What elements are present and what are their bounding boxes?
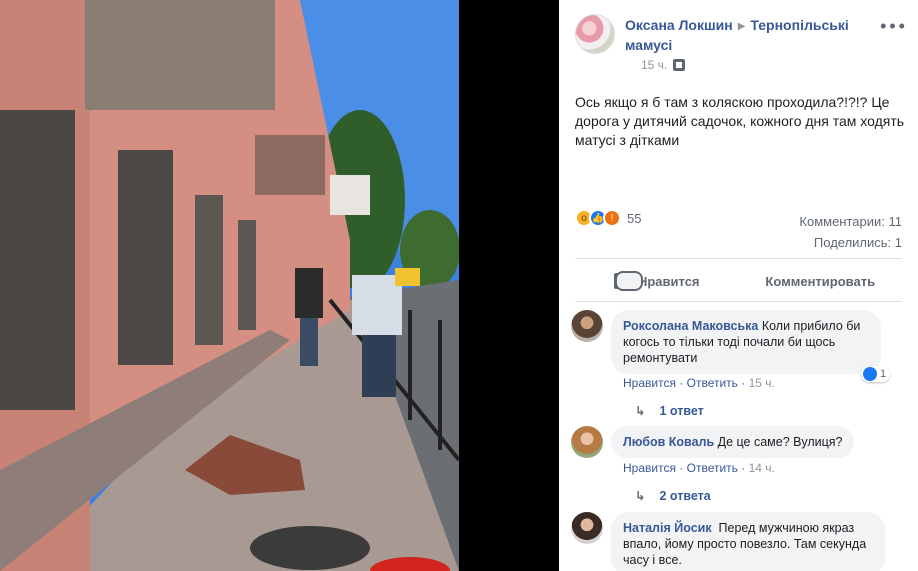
divider [575, 301, 902, 302]
comment-bubble: Любов Коваль Де це саме? Вулиця? [611, 426, 855, 458]
post-meta: 15 ч. [641, 58, 686, 72]
view-replies[interactable]: ↳ 2 ответа [635, 488, 711, 504]
photo-viewer-margin [459, 0, 559, 571]
comment-bubble-icon [615, 271, 643, 291]
post-time[interactable]: 15 ч. [641, 58, 667, 72]
commenter-avatar[interactable] [571, 310, 603, 342]
comment-actions: Нравится · Ответить · 15 ч. [623, 376, 775, 390]
comment-button[interactable]: Комментировать [615, 262, 903, 300]
more-icon[interactable]: • • • [880, 16, 905, 37]
street-photo-image [0, 0, 459, 571]
comment-actions: Нравится · Ответить · 14 ч. [623, 461, 775, 475]
comment-bubble: Наталія Йосик Перед мужчиною якраз впало… [611, 512, 885, 571]
comments-count[interactable]: Комментарии: 11 [799, 211, 902, 232]
post-panel: Оксана Локшин ▶ Тернопільські мамусі 15 ч.… [559, 0, 918, 571]
post-photo[interactable] [0, 0, 459, 571]
comment-text: Де це саме? Вулиця? [717, 435, 843, 449]
post-text: Ось якщо я б там з коляскою проходила?!?… [575, 94, 905, 148]
author-name[interactable]: Оксана Локшин [625, 17, 733, 33]
replies-count: 1 ответ [659, 403, 704, 418]
commenter-name[interactable]: Любов Коваль [623, 435, 714, 449]
comment-like-link[interactable]: Нравится [623, 376, 676, 390]
post-author-line: Оксана Локшин ▶ Тернопільські мамусі [625, 16, 885, 54]
divider [575, 258, 902, 259]
comment-reply-link[interactable]: Ответить [687, 376, 738, 390]
like-button[interactable]: Нравится [575, 262, 739, 300]
comment-reaction-count: 1 [880, 368, 887, 380]
reply-arrow-icon: ↳ [635, 404, 646, 418]
arrow-right-icon: ▶ [737, 21, 746, 32]
comment-button-label: Комментировать [765, 273, 876, 289]
like-button-label: Нравится [637, 273, 700, 289]
post-header: Оксана Локшин ▶ Тернопільські мамусі 15 ч.… [575, 14, 906, 74]
reactions-summary[interactable]: o 👍 ! 55 [575, 209, 641, 227]
commenter-name[interactable]: Наталія Йосик [623, 521, 712, 535]
author-avatar[interactable] [575, 14, 615, 54]
like-reaction-icon [863, 367, 877, 381]
reply-arrow-icon: ↳ [635, 489, 646, 503]
shares-count[interactable]: Поделились: 1 [799, 232, 902, 253]
comment-reply-link[interactable]: Ответить [687, 461, 738, 475]
reactions-count: 55 [627, 210, 642, 226]
comment-reactions[interactable]: 1 [861, 366, 891, 382]
commenter-avatar[interactable] [571, 512, 603, 544]
comment-like-link[interactable]: Нравится [623, 461, 676, 475]
comment-time[interactable]: 14 ч. [749, 461, 775, 475]
commenter-avatar[interactable] [571, 426, 603, 458]
globe-icon [673, 59, 686, 71]
view-replies[interactable]: ↳ 1 ответ [635, 403, 704, 419]
post-counts: Комментарии: 11 Поделились: 1 [799, 211, 902, 253]
comment-bubble: Роксолана Маковська Коли прибило би кого… [611, 310, 881, 374]
angry-reaction-icon: ! [603, 209, 621, 227]
replies-count: 2 ответа [659, 488, 711, 503]
commenter-name[interactable]: Роксолана Маковська [623, 319, 758, 333]
post-actions: Нравится Комментировать [575, 262, 902, 300]
comment-time[interactable]: 15 ч. [749, 376, 775, 390]
